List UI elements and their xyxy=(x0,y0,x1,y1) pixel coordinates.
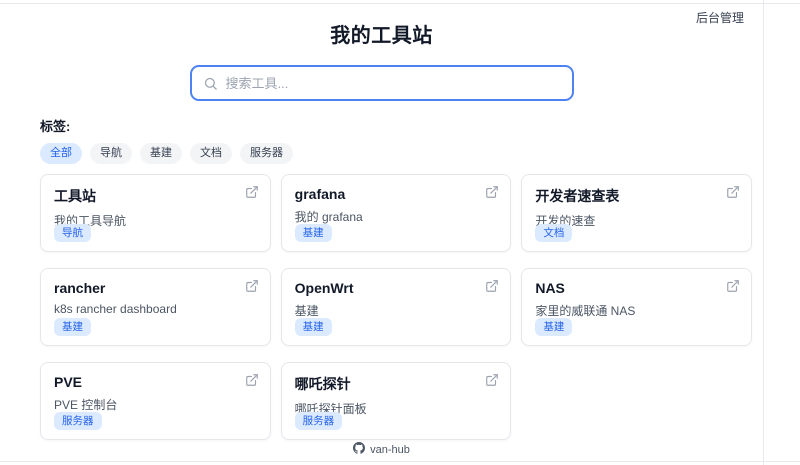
external-link-icon[interactable] xyxy=(726,279,740,293)
tool-card-tag: 基建 xyxy=(294,317,332,336)
tool-card[interactable]: 哪吒探针 哪吒探针面板 服务器 xyxy=(280,362,512,440)
tool-card-description: 我的 grafana xyxy=(294,210,363,224)
tag-filter-pill[interactable]: 服务器 xyxy=(240,143,293,164)
tool-card-description: 家里的威联通 NAS xyxy=(535,304,636,318)
tool-card-tag: 文档 xyxy=(535,223,573,242)
external-link-icon[interactable] xyxy=(726,185,740,199)
tool-card-tag: 导航 xyxy=(54,223,91,242)
tag-filter-pill[interactable]: 导航 xyxy=(90,143,132,164)
tool-card-tag: 服务器 xyxy=(294,411,343,430)
tool-card-title: NAS xyxy=(535,280,565,296)
tool-card-description: PVE 控制台 xyxy=(54,398,118,412)
footer-brand: van-hub xyxy=(370,443,410,456)
tool-card-title: 开发者速查表 xyxy=(535,188,620,204)
page-title: 我的工具站 xyxy=(330,25,433,47)
tag-filter-pill[interactable]: 基建 xyxy=(140,143,182,164)
tool-card[interactable]: OpenWrt 基建 基建 xyxy=(280,268,512,346)
tool-card[interactable]: rancher k8s rancher dashboard 基建 xyxy=(40,268,271,346)
tool-card-description: 基建 xyxy=(294,304,319,318)
tool-card[interactable]: 开发者速查表 开发的速查 文档 xyxy=(521,174,752,252)
tool-card-title: grafana xyxy=(294,186,346,202)
tool-card[interactable]: 工具站 我的工具导航 导航 xyxy=(40,174,271,252)
external-link-icon[interactable] xyxy=(485,373,499,387)
tool-card-tag: 服务器 xyxy=(54,411,102,430)
tool-card-tag: 基建 xyxy=(294,223,332,242)
external-link-icon[interactable] xyxy=(485,279,499,293)
github-icon[interactable] xyxy=(353,442,366,457)
tool-card-title: 工具站 xyxy=(54,188,96,204)
external-link-icon[interactable] xyxy=(245,279,259,293)
tool-card-title: PVE xyxy=(54,374,83,390)
page: 后台管理 我的工具站 标签: 全部 导航 基建 xyxy=(0,0,800,465)
tool-card-title: rancher xyxy=(54,280,106,296)
tag-filter-pill[interactable]: 全部 xyxy=(40,143,82,164)
footer: van-hub xyxy=(0,442,763,457)
search-wrap xyxy=(0,65,763,101)
tool-card-tag: 基建 xyxy=(54,317,91,336)
search-icon xyxy=(203,76,218,91)
tool-card[interactable]: grafana 我的 grafana 基建 xyxy=(280,174,512,252)
tag-filter-pill[interactable]: 文档 xyxy=(190,143,232,164)
tool-card-title: OpenWrt xyxy=(294,280,354,296)
main-content: 我的工具站 标签: 全部 导航 基建 文档 xyxy=(0,3,763,440)
tool-card-tag: 基建 xyxy=(535,317,573,336)
external-link-icon[interactable] xyxy=(245,373,259,387)
tools-grid: 工具站 我的工具导航 导航 grafana 我的 grafana 基建 开发者速… xyxy=(40,174,752,440)
tool-card[interactable]: PVE PVE 控制台 服务器 xyxy=(40,362,271,440)
search-box[interactable] xyxy=(189,65,574,101)
tool-card-title: 哪吒探针 xyxy=(294,376,351,392)
tags-label: 标签: xyxy=(40,119,71,134)
search-input[interactable] xyxy=(225,75,561,91)
tool-card[interactable]: NAS 家里的威联通 NAS 基建 xyxy=(521,268,752,346)
tag-filter-row: 全部 导航 基建 文档 服务器 xyxy=(40,143,763,164)
tool-card-description: k8s rancher dashboard xyxy=(54,302,177,316)
external-link-icon[interactable] xyxy=(485,185,499,199)
right-divider xyxy=(763,0,764,465)
bottom-divider xyxy=(0,461,800,462)
external-link-icon[interactable] xyxy=(245,185,259,199)
